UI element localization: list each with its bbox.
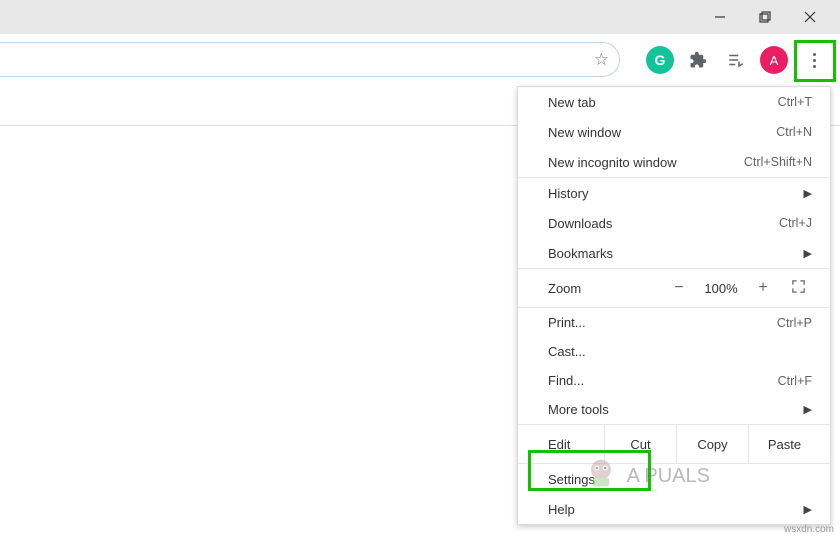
chevron-right-icon: ▶ [804,503,812,516]
menu-label: More tools [548,402,804,417]
menu-label: Bookmarks [548,246,804,261]
chevron-right-icon: ▶ [804,187,812,200]
fullscreen-button[interactable] [778,279,818,297]
menu-button[interactable] [798,44,830,76]
window-titlebar [0,0,840,34]
zoom-value: 100% [694,281,748,296]
menu-new-tab[interactable]: New tab Ctrl+T [518,87,830,117]
menu-label: Zoom [548,281,664,296]
address-bar[interactable]: ☆ [0,42,620,77]
menu-label: Print... [548,315,777,330]
shortcut-text: Ctrl+N [776,125,812,139]
shortcut-text: Ctrl+F [778,374,812,388]
zoom-out-button[interactable]: − [664,279,694,297]
menu-downloads[interactable]: Downloads Ctrl+J [518,208,830,238]
watermark-text: A PUALS [627,465,710,488]
menu-new-window[interactable]: New window Ctrl+N [518,117,830,147]
menu-label: Downloads [548,216,779,231]
menu-label: Cast... [548,344,812,359]
watermark: A PUALS [581,453,710,499]
menu-label: History [548,186,804,201]
menu-bookmarks[interactable]: Bookmarks ▶ [518,238,830,268]
chevron-right-icon: ▶ [804,247,812,260]
minimize-button[interactable] [697,2,742,32]
menu-find[interactable]: Find... Ctrl+F [518,366,830,395]
restore-button[interactable] [742,2,787,32]
menu-label: New window [548,125,776,140]
menu-new-incognito[interactable]: New incognito window Ctrl+Shift+N [518,147,830,177]
mascot-icon [581,453,621,499]
menu-print[interactable]: Print... Ctrl+P [518,308,830,337]
footer-url: wsxdn.com [784,524,834,535]
shortcut-text: Ctrl+J [779,216,812,230]
zoom-in-button[interactable]: + [748,279,778,297]
profile-avatar[interactable]: A [760,46,788,74]
extensions-icon[interactable] [684,46,712,74]
bookmark-star-icon[interactable]: ☆ [594,50,609,70]
menu-label: Help [548,502,804,517]
menu-history[interactable]: History ▶ [518,178,830,208]
reading-list-icon[interactable] [722,46,750,74]
menu-label: Find... [548,373,778,388]
menu-label: New incognito window [548,155,744,170]
menu-label: Edit [548,437,604,452]
grammarly-extension-icon[interactable]: G [646,46,674,74]
close-button[interactable] [787,2,832,32]
browser-toolbar: ☆ G A [0,38,840,82]
fullscreen-icon [791,279,806,294]
shortcut-text: Ctrl+Shift+N [744,155,812,169]
shortcut-text: Ctrl+T [778,95,812,109]
menu-cast[interactable]: Cast... [518,337,830,366]
menu-zoom: Zoom − 100% + [518,269,830,307]
shortcut-text: Ctrl+P [777,316,812,330]
menu-more-tools[interactable]: More tools ▶ [518,395,830,424]
edit-paste-button[interactable]: Paste [748,425,820,463]
chevron-right-icon: ▶ [804,403,812,416]
menu-label: New tab [548,95,778,110]
